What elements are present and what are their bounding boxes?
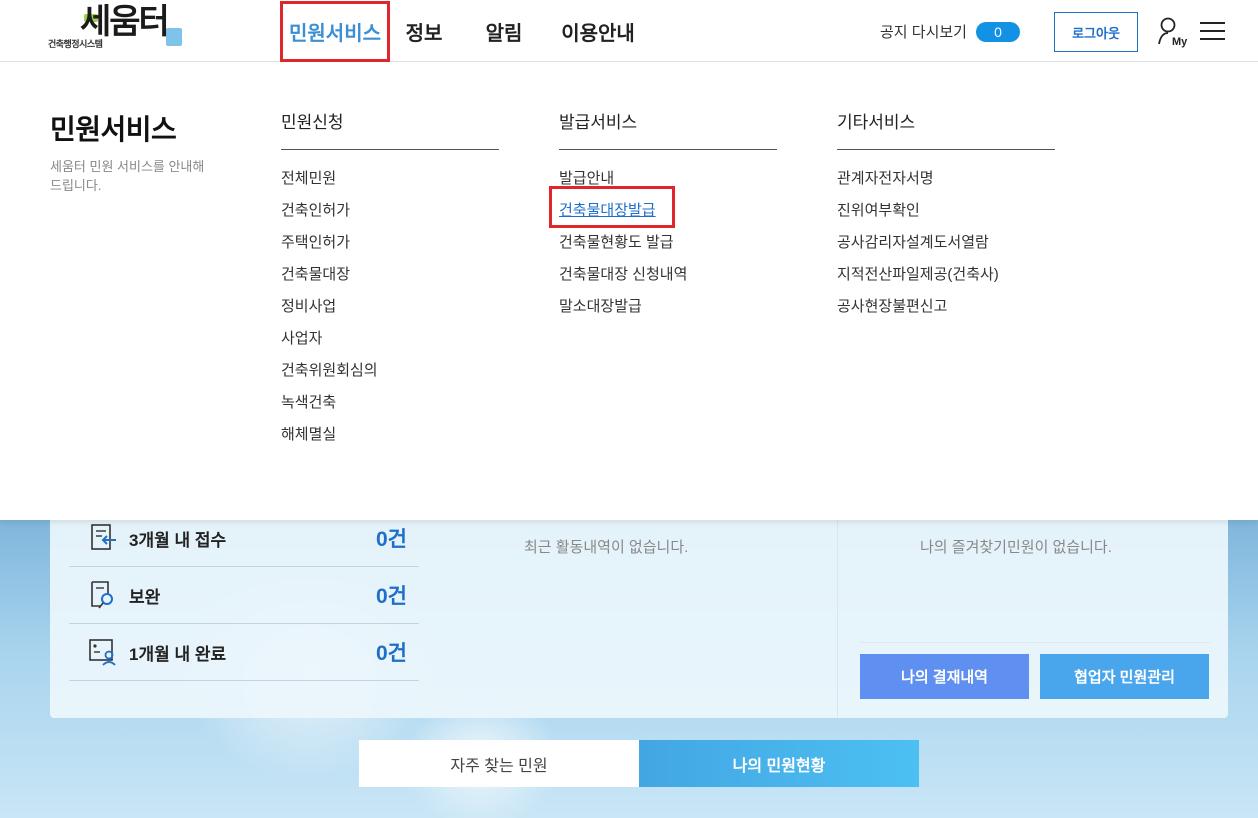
- menu-column-other: 기타서비스 관계자전자서명 진위여부확인 공사감리자설계도서열람 지적전산파일제…: [837, 108, 1055, 326]
- payment-history-button[interactable]: 나의 결재내역: [860, 654, 1029, 699]
- favorites-divider: [860, 642, 1210, 643]
- menu-link[interactable]: 말소대장발급: [559, 298, 642, 315]
- menu-item[interactable]: 정비사업: [281, 294, 499, 326]
- menu-item[interactable]: 공사감리자설계도서열람: [837, 230, 1055, 262]
- logo-subtitle: 건축행정시스템: [48, 39, 103, 49]
- mega-menu-panel: 민원서비스 세움터 민원 서비스를 안내해드립니다. 민원신청 전체민원 건축인…: [0, 62, 1258, 520]
- stat-label: 보완: [129, 587, 161, 607]
- hamburger-menu-icon[interactable]: [1200, 22, 1225, 42]
- menu-item[interactable]: 녹색건축: [281, 390, 499, 422]
- stat-row-completed[interactable]: 1개월 내 완료 0건: [69, 624, 419, 681]
- menu-item[interactable]: 건축물현황도 발급: [559, 230, 777, 262]
- menu-link[interactable]: 건축물현황도 발급: [559, 234, 674, 251]
- menu-column-heading: 민원신청: [281, 108, 499, 150]
- menu-item[interactable]: 지적전산파일제공(건축사): [837, 262, 1055, 294]
- menu-item[interactable]: 공사현장불편신고: [837, 294, 1055, 326]
- mega-menu-description: 세움터 민원 서비스를 안내해드립니다.: [50, 159, 205, 193]
- menu-column-issuance: 발급서비스 발급안내 건축물대장발급 건축물현황도 발급 건축물대장 신청내역 …: [559, 108, 777, 326]
- menu-link[interactable]: 해체멸실: [281, 426, 336, 443]
- menu-link[interactable]: 진위여부확인: [837, 202, 920, 219]
- menu-link[interactable]: 공사현장불편신고: [837, 298, 947, 315]
- stat-count: 0건: [376, 642, 407, 665]
- menu-link[interactable]: 지적전산파일제공(건축사): [837, 266, 999, 283]
- notice-count-badge: 0: [975, 21, 1020, 42]
- background-page: 3개월 내 접수 0건 보완 0건 1개월 내 완료 0건 최근 활동내역이 없…: [0, 520, 1258, 818]
- menu-item[interactable]: 진위여부확인: [837, 198, 1055, 230]
- activity-empty-message: 최근 활동내역이 없습니다.: [524, 539, 689, 556]
- nav-user-guide[interactable]: 이용안내: [550, 0, 646, 62]
- favorites-empty-message: 나의 즐겨찾기민원이 없습니다.: [920, 539, 1112, 556]
- menu-link[interactable]: 발급안내: [559, 170, 614, 187]
- stat-row-supplement[interactable]: 보완 0건: [69, 567, 419, 624]
- main-navigation: 민원서비스 정보 알림 이용안내: [280, 0, 646, 62]
- menu-link[interactable]: 건축물대장 신청내역: [559, 266, 687, 283]
- menu-link[interactable]: 사업자: [281, 330, 322, 347]
- stat-row-received[interactable]: 3개월 내 접수 0건: [69, 520, 419, 567]
- menu-link[interactable]: 주택인허가: [281, 234, 350, 251]
- stat-label: 1개월 내 완료: [129, 644, 227, 664]
- mega-menu-title: 민원서비스: [50, 114, 177, 145]
- collaborator-management-button[interactable]: 협업자 민원관리: [1040, 654, 1209, 699]
- logo-decoration: [166, 28, 182, 46]
- column-divider: [837, 520, 838, 718]
- menu-link[interactable]: 건축물대장: [281, 266, 350, 283]
- tab-my-complaint-status[interactable]: 나의 민원현황: [639, 740, 919, 787]
- menu-item[interactable]: 주택인허가: [281, 230, 499, 262]
- seumteo-logo[interactable]: 세움터 건축행정시스템: [48, 3, 188, 52]
- menu-column-apply: 민원신청 전체민원 건축인허가 주택인허가 건축물대장 정비사업 사업자 건축위…: [281, 108, 499, 454]
- menu-link-building-register-issue[interactable]: 건축물대장발급: [559, 202, 656, 219]
- stat-count: 0건: [376, 528, 407, 551]
- bottom-tab-bar: 자주 찾는 민원 나의 민원현황: [359, 740, 919, 787]
- menu-item[interactable]: 해체멸실: [281, 422, 499, 454]
- menu-link[interactable]: 전체민원: [281, 170, 336, 187]
- svg-text:My: My: [1172, 36, 1188, 48]
- menu-link[interactable]: 관계자전자서명: [837, 170, 934, 187]
- menu-item[interactable]: 건축위원회심의: [281, 358, 499, 390]
- my-status-card: 3개월 내 접수 0건 보완 0건 1개월 내 완료 0건 최근 활동내역이 없…: [50, 520, 1228, 718]
- menu-item[interactable]: 건축물대장: [281, 262, 499, 294]
- menu-item[interactable]: 관계자전자서명: [837, 166, 1055, 198]
- document-supplement-icon: [85, 577, 121, 613]
- menu-item[interactable]: 발급안내: [559, 166, 777, 198]
- tab-frequent-complaints[interactable]: 자주 찾는 민원: [359, 740, 639, 787]
- menu-link[interactable]: 녹색건축: [281, 394, 336, 411]
- top-header: 세움터 건축행정시스템 민원서비스 정보 알림 이용안내 공지 다시보기 0 로…: [0, 0, 1258, 62]
- menu-link[interactable]: 정비사업: [281, 298, 336, 315]
- logo-wordmark: 세움터: [80, 3, 170, 41]
- menu-item-building-register-issue[interactable]: 건축물대장발급: [559, 198, 777, 230]
- menu-link[interactable]: 건축인허가: [281, 202, 350, 219]
- menu-item[interactable]: 말소대장발급: [559, 294, 777, 326]
- document-completed-icon: [85, 634, 121, 670]
- menu-item[interactable]: 건축물대장 신청내역: [559, 262, 777, 294]
- nav-information[interactable]: 정보: [390, 0, 458, 62]
- logout-button[interactable]: 로그아웃: [1054, 12, 1138, 52]
- menu-column-heading: 기타서비스: [837, 108, 1055, 150]
- notice-replay-label: 공지 다시보기: [880, 24, 967, 41]
- menu-column-heading: 발급서비스: [559, 108, 777, 150]
- nav-notice[interactable]: 알림: [458, 0, 550, 62]
- menu-item[interactable]: 건축인허가: [281, 198, 499, 230]
- menu-link[interactable]: 공사감리자설계도서열람: [837, 234, 989, 251]
- nav-civil-service[interactable]: 민원서비스: [280, 0, 390, 62]
- stat-count: 0건: [376, 585, 407, 608]
- document-received-icon: [85, 520, 121, 556]
- menu-item[interactable]: 사업자: [281, 326, 499, 358]
- menu-item[interactable]: 전체민원: [281, 166, 499, 198]
- my-page-icon[interactable]: My: [1157, 16, 1191, 48]
- stat-label: 3개월 내 접수: [129, 530, 227, 550]
- notice-replay[interactable]: 공지 다시보기 0: [880, 21, 1020, 42]
- menu-link[interactable]: 건축위원회심의: [281, 362, 378, 379]
